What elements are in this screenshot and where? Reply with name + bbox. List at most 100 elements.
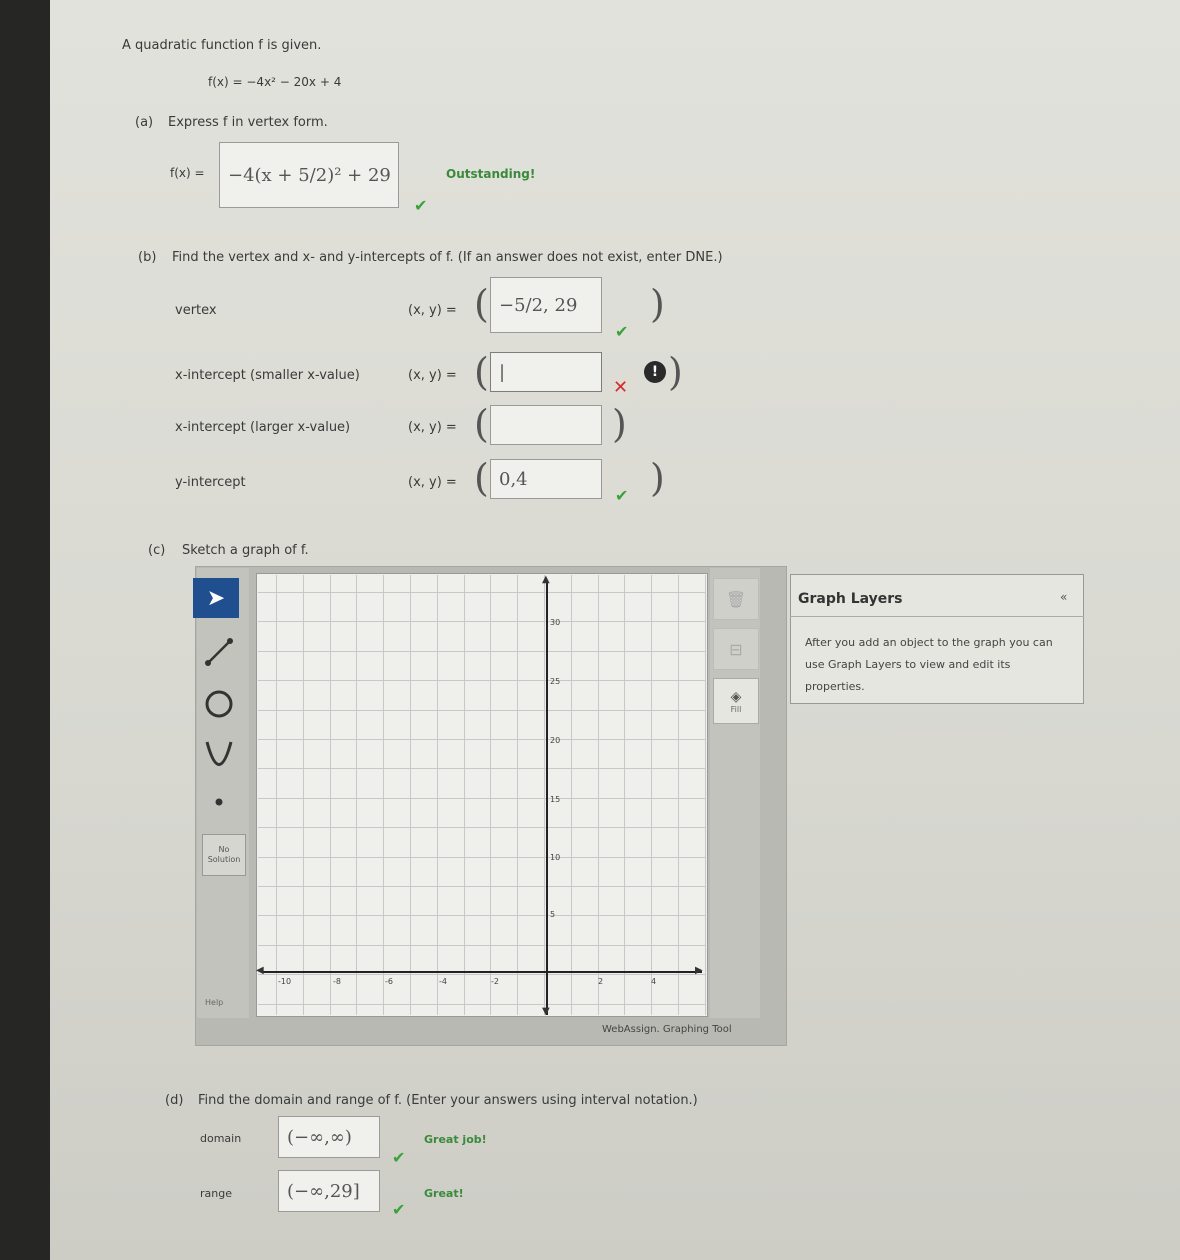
close-paren: ) (668, 350, 683, 394)
y-tick-label: 10 (550, 853, 561, 862)
screen-edge (0, 0, 50, 1260)
close-paren: ) (650, 282, 665, 326)
grid-line (383, 575, 384, 1015)
domain-feedback: Great job! (424, 1133, 487, 1146)
problem-intro: A quadratic function f is given. (122, 38, 322, 53)
x-axis (262, 971, 702, 973)
grid-line (517, 575, 518, 1015)
grid-line (571, 575, 572, 1015)
fill-bucket-icon: ◈ (730, 688, 742, 705)
x-intercept-smaller-input[interactable]: | (490, 352, 602, 392)
grid-line (258, 857, 706, 858)
help-link[interactable]: Help (205, 998, 223, 1007)
part-a-lhs: f(x) = (170, 166, 205, 180)
fill-button[interactable]: ◈ Fill (713, 678, 759, 724)
panel-divider (790, 616, 1084, 617)
check-icon: ✔ (392, 1200, 406, 1219)
part-b-prompt: Find the vertex and x- and y-intercepts … (172, 250, 723, 265)
incorrect-x-icon: ✕ (613, 377, 629, 398)
line-tool-icon[interactable] (197, 632, 241, 672)
grid-line (705, 575, 706, 1015)
grid-line (258, 945, 706, 946)
grid-line (258, 680, 706, 681)
check-icon: ✔ (414, 196, 428, 215)
collapse-icon[interactable]: « (1060, 590, 1067, 604)
y-intercept-input[interactable]: 0,4 (490, 459, 602, 499)
y-tick-label: 5 (550, 910, 556, 919)
grid-line (303, 575, 304, 1015)
part-a-prompt: Express f in vertex form. (168, 115, 328, 130)
check-icon: ✔ (392, 1148, 406, 1167)
y-intercept-eq: (x, y) = (408, 475, 457, 490)
open-paren: ( (474, 282, 489, 326)
no-solution-button[interactable]: No Solution (202, 834, 246, 876)
grid-line (258, 768, 706, 769)
vertex-input[interactable]: −5/2, 29 (490, 277, 602, 333)
x-intercept-larger-label: x-intercept (larger x-value) (175, 420, 351, 435)
vertex-label: vertex (175, 303, 217, 318)
grid-line (651, 575, 652, 1015)
range-input[interactable]: (−∞,29] (278, 1170, 380, 1212)
open-paren: ( (474, 402, 489, 446)
function-definition: f(x) = −4x² − 20x + 4 (208, 75, 342, 89)
grid-line (678, 575, 679, 1015)
pointer-tool-icon[interactable]: ➤ (193, 578, 239, 618)
x-axis-arrow-icon: ▶ (695, 965, 703, 976)
graph-layers-help: After you add an object to the graph you… (805, 636, 1053, 693)
grid-line (258, 710, 706, 711)
x-tick-label: -4 (439, 977, 447, 986)
point-tool-icon[interactable] (197, 782, 241, 822)
y-axis-down-arrow-icon: ▼ (542, 1006, 550, 1017)
x-tick-label: 4 (651, 977, 657, 986)
grid-line (258, 621, 706, 622)
y-tick-label: 20 (550, 736, 561, 745)
check-icon: ✔ (615, 486, 629, 505)
part-d-label: (d) (165, 1093, 184, 1108)
x-tick-label: -6 (385, 977, 393, 986)
grid-line (356, 575, 357, 1015)
close-paren: ) (650, 456, 665, 500)
domain-label: domain (200, 1132, 242, 1145)
check-icon: ✔ (615, 322, 629, 341)
x-intercept-smaller-eq: (x, y) = (408, 368, 457, 383)
domain-input[interactable]: (−∞,∞) (278, 1116, 380, 1158)
trash-icon[interactable]: 🗑 (713, 578, 759, 620)
grid-line (410, 575, 411, 1015)
part-b-label: (b) (138, 250, 157, 265)
clear-all-icon[interactable]: ⊟ (713, 628, 759, 670)
vertex-form-input[interactable]: −4(x + 5/2)² + 29 (219, 142, 399, 208)
open-paren: ( (474, 350, 489, 394)
x-intercept-larger-input[interactable] (490, 405, 602, 445)
grid-line (624, 575, 625, 1015)
grid-line (258, 827, 706, 828)
alert-icon[interactable]: ! (644, 361, 666, 383)
grid-line (258, 651, 706, 652)
close-paren: ) (612, 402, 627, 446)
grid-line (258, 915, 706, 916)
grid-line (258, 974, 706, 975)
circle-tool-icon[interactable] (197, 684, 241, 724)
x-tick-label: 2 (598, 977, 604, 986)
x-axis-left-arrow-icon: ◀ (256, 965, 264, 976)
x-intercept-smaller-label: x-intercept (smaller x-value) (175, 368, 360, 383)
part-d-prompt: Find the domain and range of f. (Enter y… (198, 1093, 698, 1108)
part-a-label: (a) (135, 115, 154, 130)
x-tick-label: -2 (491, 977, 499, 986)
x-tick-label: -10 (278, 977, 292, 986)
graph-canvas[interactable] (256, 573, 708, 1017)
x-tick-label: -8 (333, 977, 341, 986)
graphing-tool-footer: WebAssign. Graphing Tool (602, 1024, 732, 1035)
fill-label: Fill (730, 704, 742, 714)
graph-layers-title: Graph Layers (798, 591, 903, 607)
part-c-prompt: Sketch a graph of f. (182, 543, 309, 558)
part-c-label: (c) (148, 543, 166, 558)
vertex-eq: (x, y) = (408, 303, 457, 318)
part-a-feedback: Outstanding! (446, 167, 536, 181)
grid-line (330, 575, 331, 1015)
y-intercept-label: y-intercept (175, 475, 246, 490)
grid-line (276, 575, 277, 1015)
grid-line (544, 575, 545, 1015)
parabola-tool-icon[interactable] (197, 734, 241, 774)
y-tick-label: 30 (550, 618, 561, 627)
y-tick-label: 15 (550, 795, 561, 804)
